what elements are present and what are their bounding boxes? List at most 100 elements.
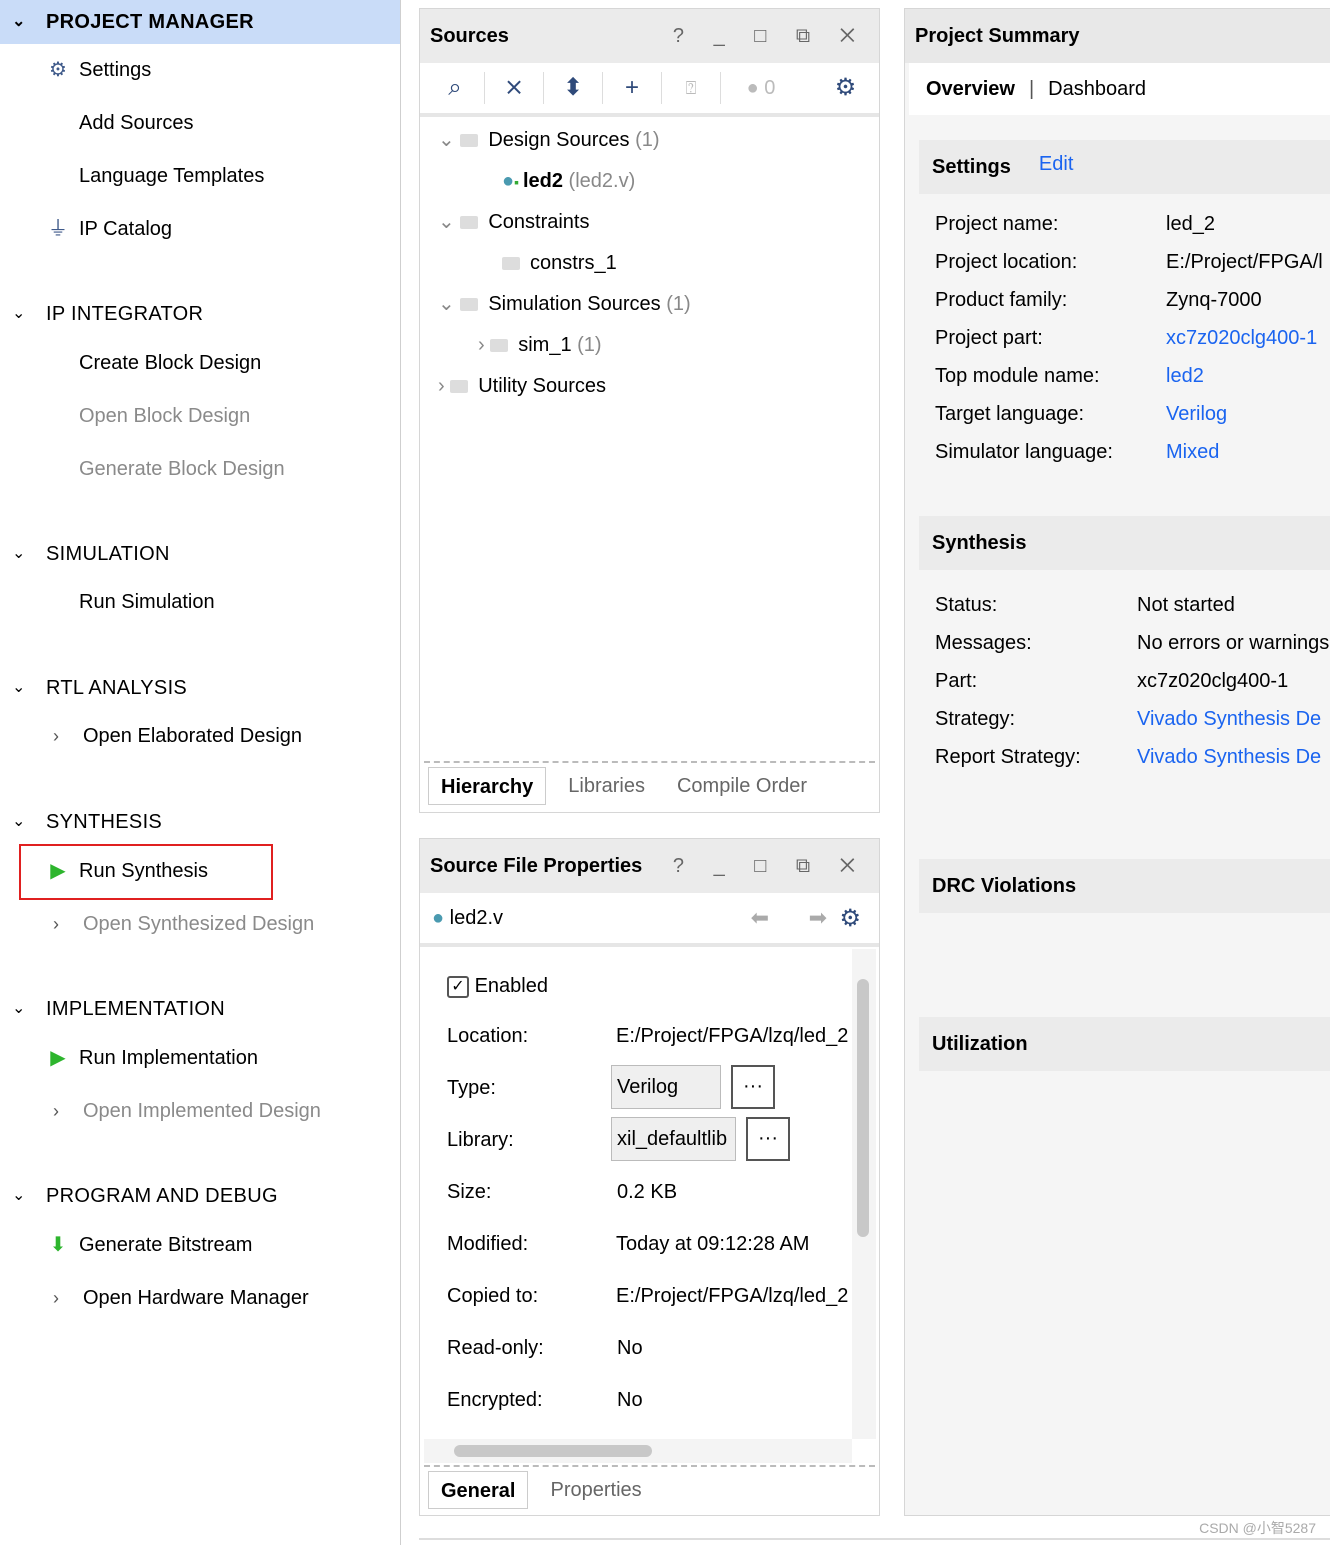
nav-open-hardware-manager[interactable]: › Open Hardware Manager [53, 1283, 309, 1313]
checkbox-icon: ✓ [447, 975, 469, 998]
nav-add-sources[interactable]: Add Sources [79, 108, 194, 138]
ip-catalog-icon: ⏚ [48, 218, 68, 240]
chevron-down-icon: ⌄ [438, 293, 461, 315]
scrollbar-thumb[interactable] [857, 979, 869, 1237]
bottom-divider [419, 1538, 1330, 1540]
row-messages: Messages: No errors or warnings [935, 632, 1330, 654]
row-simulator-language: Simulator language: Mixed [935, 441, 1220, 463]
chevron-right-icon: › [53, 914, 59, 934]
nav-open-implemented-design[interactable]: › Open Implemented Design [53, 1096, 321, 1126]
sources-panel: Sources? _ □ ⧉ ✕ ⌕ ⨯ ⬍ + ⍰ ● 0 ⚙ ⌄ Desig… [419, 8, 880, 813]
prop-size: Size: 0.2 KB [447, 1181, 678, 1203]
tab-compile-order[interactable]: Compile Order [665, 767, 819, 805]
nav-run-implementation[interactable]: ▶ Run Implementation [50, 1043, 258, 1073]
nav-create-block-design[interactable]: Create Block Design [79, 348, 261, 378]
row-top-module: Top module name: led2 [935, 365, 1204, 387]
hierarchy-icon: ▪ [514, 174, 523, 190]
row-product-family: Product family: Zynq-7000 [935, 289, 1262, 311]
nav-open-elaborated-design[interactable]: › Open Elaborated Design [53, 721, 302, 751]
nav-open-block-design[interactable]: Open Block Design [79, 401, 250, 431]
row-status: Status: Not started [935, 594, 1235, 616]
nav-generate-block-design[interactable]: Generate Block Design [79, 454, 285, 484]
search-icon[interactable]: ⌕ [426, 72, 485, 104]
enabled-checkbox[interactable]: ✓ Enabled [447, 971, 548, 1001]
library-browse-button[interactable]: ··· [746, 1117, 790, 1161]
tree-sim-1[interactable]: › sim_1 (1) [478, 330, 602, 360]
section-synthesis[interactable]: ⌄ SYNTHESIS [0, 800, 400, 844]
prop-read-only: Read-only: No [447, 1337, 643, 1359]
tree-design-sources[interactable]: ⌄ Design Sources (1) [438, 125, 660, 155]
tab-hierarchy[interactable]: Hierarchy [428, 767, 547, 805]
horizontal-scrollbar[interactable] [424, 1439, 852, 1463]
folder-icon [490, 339, 509, 353]
nav-run-simulation[interactable]: Run Simulation [79, 587, 215, 617]
project-summary-panel: Project Summary Overview | Dashboard Setti… [904, 8, 1330, 1516]
gear-icon[interactable]: ⚙ [816, 72, 875, 104]
expand-all-icon[interactable]: ⬍ [544, 72, 603, 104]
nav-open-synthesized-design[interactable]: › Open Synthesized Design [53, 909, 314, 939]
row-part: Part: xc7z020clg400-1 [935, 670, 1289, 692]
nav-language-templates[interactable]: Language Templates [79, 161, 264, 191]
play-icon: ▶ [50, 1047, 66, 1069]
type-field[interactable]: Verilog [611, 1065, 721, 1109]
chevron-right-icon: › [438, 375, 451, 397]
synthesis-section-header: Synthesis [919, 516, 1330, 570]
prop-encrypted: Encrypted: No [447, 1389, 643, 1411]
gear-icon[interactable]: ⚙ [839, 904, 861, 933]
prop-library: Library: [447, 1129, 514, 1151]
nav-settings[interactable]: ⚙ Settings [49, 55, 151, 85]
tab-dashboard[interactable]: Dashboard [1048, 78, 1146, 100]
row-project-name: Project name: led_2 [935, 213, 1215, 235]
section-program-and-debug[interactable]: ⌄ PROGRAM AND DEBUG [0, 1174, 400, 1218]
tab-properties[interactable]: Properties [538, 1471, 653, 1509]
section-rtl-analysis[interactable]: ⌄ RTL ANALYSIS [0, 666, 400, 710]
tree-simulation-sources[interactable]: ⌄ Simulation Sources (1) [438, 289, 691, 319]
section-implementation[interactable]: ⌄ IMPLEMENTATION [0, 987, 400, 1031]
type-browse-button[interactable]: ··· [731, 1065, 775, 1109]
collapse-all-icon[interactable]: ⨯ [485, 72, 544, 104]
sources-toolbar: ⌕ ⨯ ⬍ + ⍰ ● 0 ⚙ [420, 63, 879, 117]
section-ip-integrator[interactable]: ⌄ IP INTEGRATOR [0, 292, 400, 336]
source-file-properties-panel: Source File Properties? _ □ ⧉ ✕ ● led2.v… [419, 838, 880, 1516]
chevron-down-icon: ⌄ [12, 813, 26, 830]
forward-icon[interactable]: ➡ [809, 905, 827, 931]
nav-generate-bitstream[interactable]: ⬇ Generate Bitstream [50, 1230, 253, 1260]
chevron-right-icon: › [53, 1101, 59, 1121]
tree-utility-sources[interactable]: › Utility Sources [438, 371, 606, 401]
nav-run-synthesis[interactable]: ▶ Run Synthesis [50, 856, 208, 886]
folder-icon [502, 257, 520, 271]
library-field[interactable]: xil_defaultlib [611, 1117, 736, 1161]
window-controls[interactable]: ? _ □ ⧉ ✕ [673, 9, 867, 63]
section-project-manager[interactable]: ⌄ PROJECT MANAGER [0, 0, 400, 44]
settings-section-header: Settings Edit [919, 140, 1330, 194]
chevron-down-icon: ⌄ [12, 305, 26, 322]
chevron-down-icon: ⌄ [438, 211, 461, 233]
tab-overview[interactable]: Overview [926, 78, 1015, 100]
chevron-right-icon: › [53, 726, 59, 746]
window-controls[interactable]: ? _ □ ⧉ ✕ [673, 839, 867, 893]
prop-type: Type: [447, 1077, 496, 1099]
properties-header: Source File Properties? _ □ ⧉ ✕ [420, 839, 879, 893]
scrollbar-thumb[interactable] [454, 1445, 652, 1457]
tab-libraries[interactable]: Libraries [556, 767, 657, 805]
section-simulation[interactable]: ⌄ SIMULATION [0, 532, 400, 576]
folder-icon [460, 298, 479, 312]
vertical-scrollbar[interactable] [852, 949, 876, 1439]
tree-constrs-1[interactable]: constrs_1 [502, 248, 617, 278]
tab-general[interactable]: General [428, 1471, 529, 1509]
row-target-language: Target language: Verilog [935, 403, 1228, 425]
sources-tabs: Hierarchy Libraries Compile Order [428, 767, 819, 805]
edit-link[interactable]: Edit [1039, 153, 1073, 175]
play-icon: ▶ [50, 860, 66, 882]
chevron-down-icon: ⌄ [438, 129, 461, 151]
nav-ip-catalog[interactable]: ⏚ IP Catalog [48, 214, 172, 244]
tree-constraints[interactable]: ⌄ Constraints [438, 207, 589, 237]
add-icon[interactable]: + [603, 72, 662, 104]
back-icon[interactable]: ⬅ [751, 905, 769, 931]
tree-led2[interactable]: ●▪ led2 (led2.v) [502, 166, 635, 196]
chevron-right-icon: › [53, 1288, 59, 1308]
properties-toolbar: ● led2.v ⬅ ➡ ⚙ [420, 893, 879, 947]
drc-section-header: DRC Violations [919, 859, 1330, 913]
messages-icon[interactable]: ● 0 [721, 72, 801, 104]
unknown-file-icon[interactable]: ⍰ [662, 72, 721, 104]
